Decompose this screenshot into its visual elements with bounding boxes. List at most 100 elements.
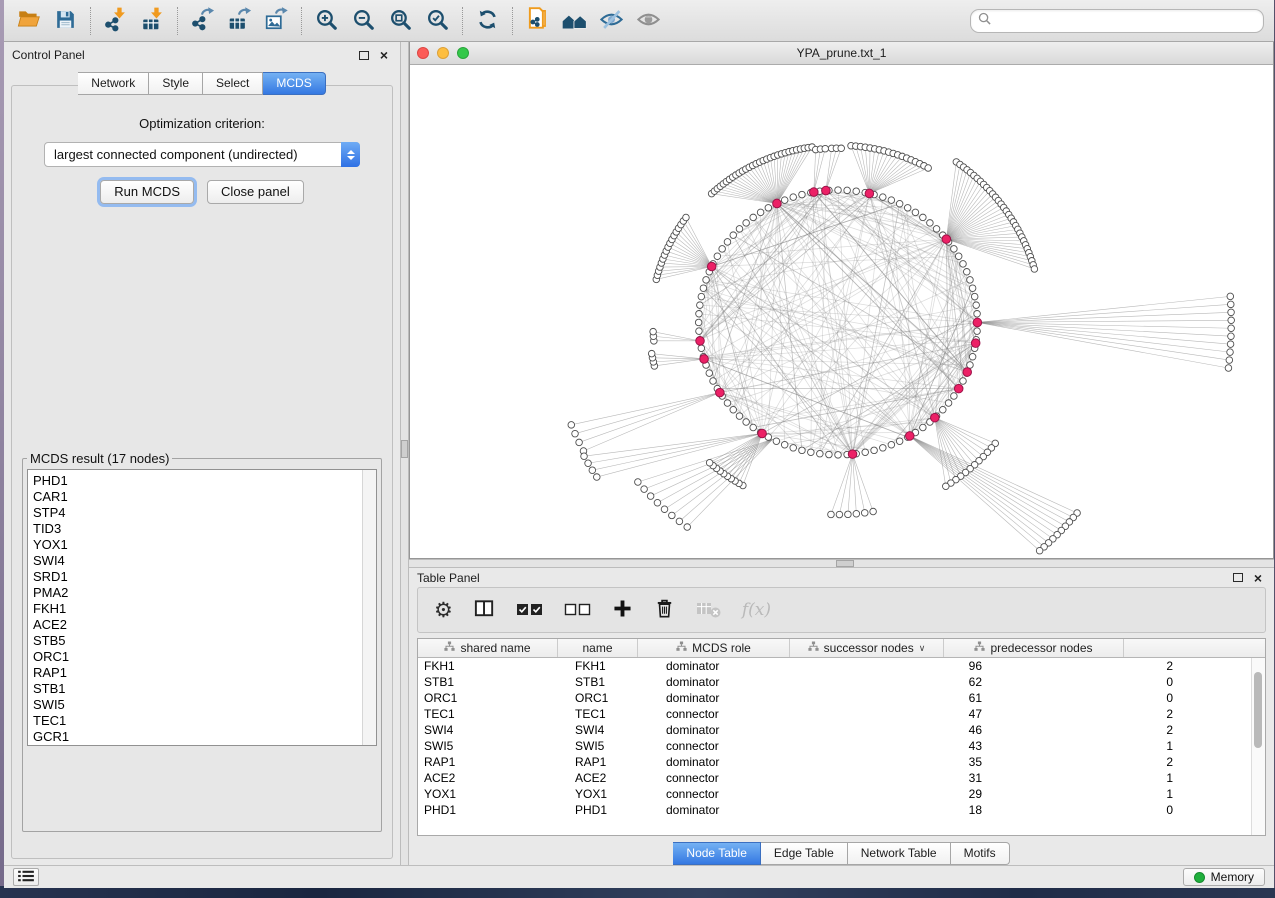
search-field[interactable] <box>970 9 1264 33</box>
mcds-result-item[interactable]: FKH1 <box>33 601 362 617</box>
control-panel-close-button[interactable]: × <box>376 47 392 63</box>
ring-node <box>896 200 903 207</box>
search-input[interactable] <box>995 13 1256 29</box>
mcds-result-item[interactable]: TID3 <box>33 521 362 537</box>
import-network-button[interactable] <box>97 4 134 37</box>
add-column-button[interactable] <box>612 598 633 622</box>
column-header-label: successor nodes <box>824 641 914 655</box>
mcds-result-item[interactable]: YOX1 <box>33 537 362 553</box>
function-builder-button[interactable]: f(x) <box>742 600 771 620</box>
satellite-node <box>861 510 868 517</box>
zoom-in-button[interactable] <box>308 4 345 37</box>
share-document-button[interactable] <box>519 4 556 37</box>
mcds-result-item[interactable]: ACE2 <box>33 617 362 633</box>
ring-node <box>765 205 772 212</box>
table-row[interactable]: ORC1 ORC1 dominator 61 0 <box>418 690 1251 706</box>
export-table-button[interactable] <box>221 4 258 37</box>
table-settings-button[interactable]: ⚙ <box>434 600 453 621</box>
cell-shared-name: YOX1 <box>418 786 569 802</box>
table-row[interactable]: ACE2 ACE2 connector 31 1 <box>418 770 1251 786</box>
cell-mcds-role: dominator <box>660 690 823 706</box>
show-graphics-button[interactable] <box>630 4 667 37</box>
mcds-result-item[interactable]: SWI4 <box>33 553 362 569</box>
table-scrollbar-thumb[interactable] <box>1254 672 1262 748</box>
close-panel-button[interactable]: Close panel <box>207 180 304 204</box>
delete-table-button[interactable] <box>696 598 722 623</box>
table-row[interactable]: TEC1 TEC1 connector 47 2 <box>418 706 1251 722</box>
mcds-result-item[interactable]: ORC1 <box>33 649 362 665</box>
mcds-list-scrollbar[interactable] <box>362 470 376 745</box>
table-row[interactable]: FKH1 FKH1 dominator 96 2 <box>418 658 1251 674</box>
zoom-out-button[interactable] <box>345 4 382 37</box>
table-panel-close-button[interactable]: × <box>1250 570 1266 586</box>
zoom-fit-button[interactable] <box>382 4 419 37</box>
table-scrollbar[interactable] <box>1251 658 1265 835</box>
horizontal-splitter[interactable] <box>409 559 1274 568</box>
table-panel-title: Table Panel <box>417 571 480 585</box>
import-table-button[interactable] <box>134 4 171 37</box>
table-row[interactable]: SWI5 SWI5 connector 43 1 <box>418 738 1251 754</box>
mcds-result-item[interactable]: STB5 <box>33 633 362 649</box>
column-header[interactable]: successor nodes ∨ <box>790 639 944 657</box>
criterion-dropdown[interactable]: largest connected component (undirected) <box>44 142 360 167</box>
splitter-grip[interactable] <box>836 560 854 567</box>
memory-button[interactable]: Memory <box>1183 868 1265 886</box>
mcds-result-item[interactable]: STB1 <box>33 681 362 697</box>
save-session-button[interactable] <box>47 4 84 37</box>
export-network-button[interactable] <box>184 4 221 37</box>
ring-node <box>790 194 797 201</box>
toolbar-separator <box>177 7 178 35</box>
column-header[interactable]: name ∨ <box>558 639 638 657</box>
table-row[interactable]: PHD1 PHD1 dominator 18 0 <box>418 802 1251 818</box>
vertical-splitter[interactable] <box>400 42 409 865</box>
show-columns-button[interactable] <box>473 597 496 623</box>
refresh-view-button[interactable] <box>469 4 506 37</box>
control-panel-tabs: NetworkStyleSelectMCDS <box>4 72 400 95</box>
table-tab[interactable]: Network Table <box>848 842 951 865</box>
mcds-result-item[interactable]: SRD1 <box>33 569 362 585</box>
table-tab[interactable]: Node Table <box>673 842 761 865</box>
control-panel-tab[interactable]: Network <box>78 72 149 95</box>
mcds-result-item[interactable]: CAR1 <box>33 489 362 505</box>
control-panel-tab[interactable]: Select <box>203 72 263 95</box>
hide-graphics-button[interactable] <box>593 4 630 37</box>
mcds-result-item[interactable]: SWI5 <box>33 697 362 713</box>
mcds-result-item[interactable]: PMA2 <box>33 585 362 601</box>
control-panel-tab[interactable]: Style <box>149 72 203 95</box>
zoom-selected-button[interactable] <box>419 4 456 37</box>
table-row[interactable]: YOX1 YOX1 connector 29 1 <box>418 786 1251 802</box>
column-header[interactable]: shared name ∨ <box>418 639 558 657</box>
mcds-hub-node <box>906 432 915 441</box>
optimization-criterion-label: Optimization criterion: <box>12 116 392 131</box>
export-image-button[interactable] <box>258 4 295 37</box>
cell-predecessor-nodes: 2 <box>988 706 1179 722</box>
table-row[interactable]: STB1 STB1 dominator 62 0 <box>418 674 1251 690</box>
control-panel-float-button[interactable] <box>356 47 372 63</box>
table-row[interactable]: SWI4 SWI4 dominator 46 2 <box>418 722 1251 738</box>
task-history-button[interactable] <box>13 868 39 886</box>
table-panel-float-button[interactable] <box>1230 570 1246 586</box>
dropdown-stepper-icon <box>341 142 360 167</box>
cell-name: RAP1 <box>569 754 660 770</box>
column-header-label: name <box>582 641 612 655</box>
table-row[interactable]: RAP1 RAP1 dominator 35 2 <box>418 754 1251 770</box>
control-panel-tab[interactable]: MCDS <box>263 72 325 95</box>
mcds-result-item[interactable]: PHD1 <box>33 473 362 489</box>
mcds-result-item[interactable]: GCR1 <box>33 729 362 745</box>
select-all-columns-button[interactable] <box>516 600 544 621</box>
column-header[interactable]: predecessor nodes ∨ <box>944 639 1124 657</box>
unselect-all-columns-button[interactable] <box>564 600 592 621</box>
open-file-button[interactable] <box>10 4 47 37</box>
table-tab[interactable]: Edge Table <box>761 842 848 865</box>
run-mcds-button[interactable]: Run MCDS <box>100 180 194 204</box>
column-header[interactable]: MCDS role ∨ <box>638 639 790 657</box>
mcds-result-item[interactable]: TEC1 <box>33 713 362 729</box>
mcds-result-item[interactable]: RAP1 <box>33 665 362 681</box>
delete-column-button[interactable] <box>653 597 676 623</box>
satellite-node <box>641 486 648 493</box>
network-overview-button[interactable] <box>556 4 593 37</box>
splitter-grip[interactable] <box>401 440 408 458</box>
mcds-result-item[interactable]: STP4 <box>33 505 362 521</box>
network-canvas[interactable] <box>410 65 1273 558</box>
table-tab[interactable]: Motifs <box>951 842 1010 865</box>
